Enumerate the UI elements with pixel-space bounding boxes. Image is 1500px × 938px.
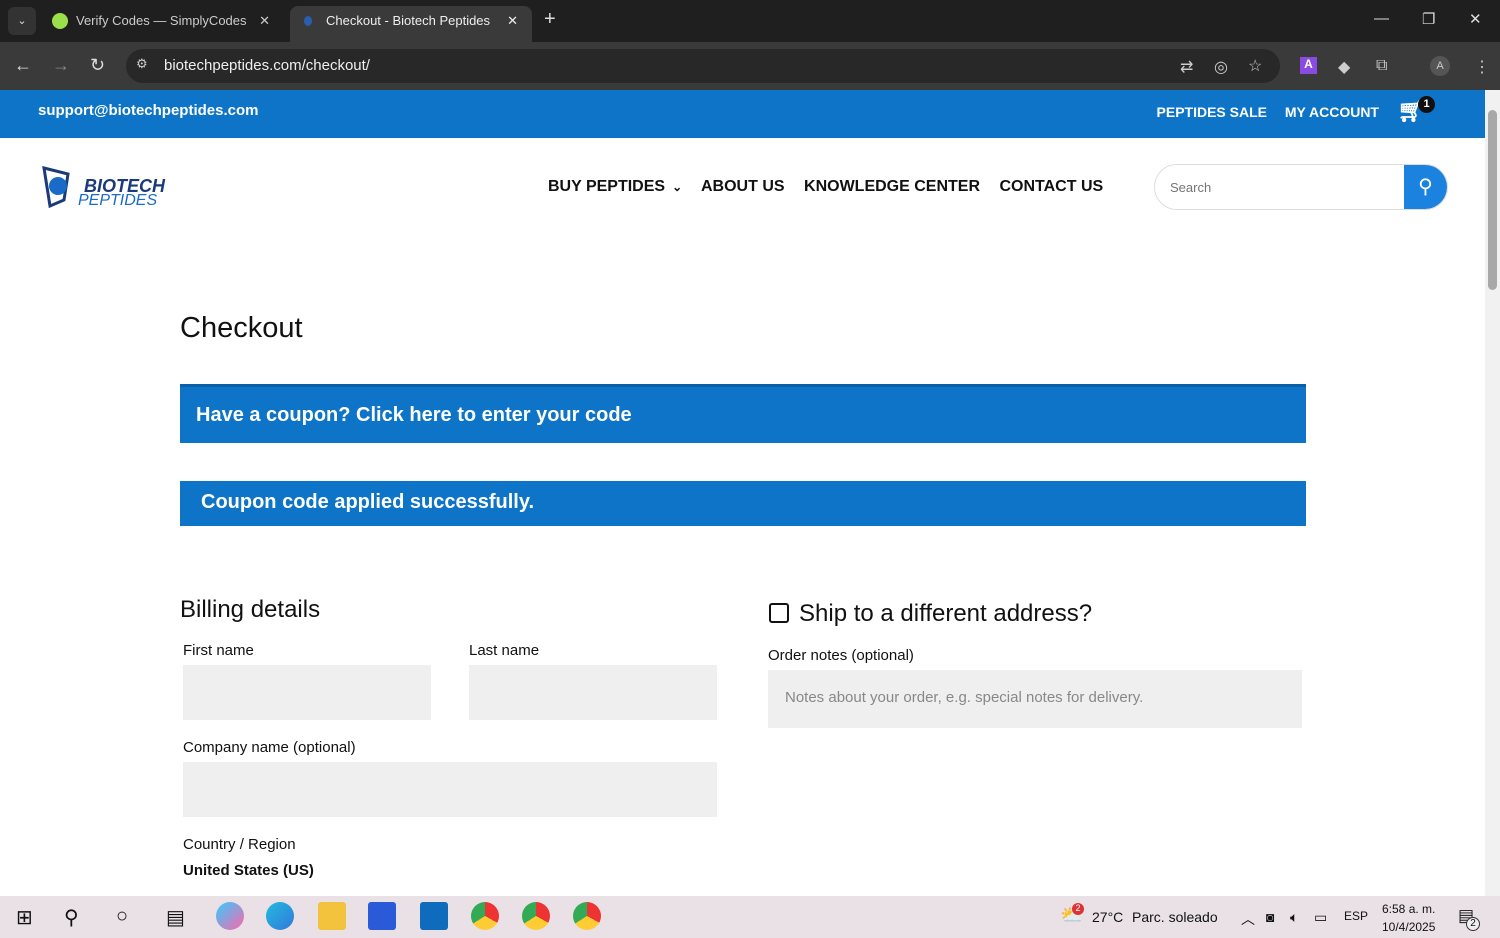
restore-icon[interactable]: ❐ (1422, 10, 1435, 28)
chrome-profile-a-icon[interactable] (522, 902, 550, 930)
biotech-favicon-icon (304, 16, 312, 26)
coupon-toggle-notice[interactable]: Have a coupon? Click here to enter your … (180, 384, 1306, 443)
clock[interactable]: 6:58 a. m. 10/4/2025 (1382, 900, 1435, 936)
chrome-profile-j-icon[interactable] (471, 902, 499, 930)
logo-subtext: PEPTIDES (78, 192, 158, 209)
language-indicator[interactable]: ESP (1344, 909, 1368, 923)
ship-different-checkbox[interactable] (769, 603, 789, 623)
tab-checkout[interactable]: Checkout - Biotech Peptides ✕ (290, 6, 532, 42)
search-box: ⚲ (1154, 164, 1448, 210)
support-email-link[interactable]: support@biotechpeptides.com (38, 102, 258, 119)
peptides-sale-link[interactable]: PEPTIDES SALE (1157, 104, 1267, 120)
nav-buy-peptides[interactable]: BUY PEPTIDES (548, 178, 665, 195)
chevron-down-icon: ⌄ (672, 180, 683, 194)
extensions-puzzle-icon[interactable]: ⧉ (1376, 57, 1387, 75)
camera-icon[interactable]: ◙ (1266, 909, 1274, 925)
extension-eraser-icon[interactable]: ◆ (1338, 57, 1350, 77)
coupon-success-message: Coupon code applied successfully. (180, 481, 1306, 526)
country-label: Country / Region (183, 836, 296, 853)
address-bar[interactable]: ⚙ biotechpeptides.com/checkout/ ⇄ ◎ ☆ (126, 49, 1280, 83)
last-name-label: Last name (469, 642, 540, 659)
tab-title: Checkout - Biotech Peptides (326, 13, 491, 28)
weather-badge: 2 (1072, 903, 1084, 915)
new-tab-icon[interactable]: + (544, 8, 556, 31)
cortana-icon[interactable]: ○ (116, 905, 128, 928)
company-label: Company name (optional) (183, 739, 356, 756)
scrollbar-thumb[interactable] (1488, 110, 1497, 290)
order-notes-label: Order notes (optional) (768, 647, 914, 664)
chrome-active-icon[interactable] (573, 902, 601, 930)
search-icon[interactable]: ⚲ (64, 905, 79, 930)
back-icon[interactable]: ← (14, 55, 32, 76)
eye-off-icon[interactable]: ◎ (1214, 57, 1228, 77)
tab-verify-codes[interactable]: Verify Codes — SimplyCodes ✕ (40, 6, 284, 42)
ship-different-heading[interactable]: Ship to a different address? (799, 600, 1092, 628)
my-account-link[interactable]: MY ACCOUNT (1285, 104, 1379, 120)
chevron-up-icon[interactable]: ︿ (1241, 909, 1255, 929)
close-window-icon[interactable]: ✕ (1469, 10, 1482, 28)
country-value[interactable]: United States (US) (183, 862, 314, 879)
search-button[interactable]: ⚲ (1404, 165, 1447, 209)
nav-knowledge-center[interactable]: KNOWLEDGE CENTER (804, 178, 980, 195)
weather-temp[interactable]: 27°C (1092, 909, 1123, 925)
nav-about-us[interactable]: ABOUT US (701, 178, 785, 195)
first-name-input[interactable] (183, 665, 431, 720)
web-page: support@biotechpeptides.com PEPTIDES SAL… (0, 90, 1485, 896)
last-name-input[interactable] (469, 665, 717, 720)
minimize-icon[interactable]: — (1374, 10, 1389, 27)
profile-avatar[interactable]: A (1430, 56, 1450, 76)
tab-search-button[interactable]: ⌄ (8, 7, 36, 35)
clock-time: 6:58 a. m. (1382, 902, 1436, 916)
page-title: Checkout (180, 312, 303, 344)
network-icon[interactable]: ▭ (1314, 909, 1327, 926)
company-input[interactable] (183, 762, 717, 817)
menu-kebab-icon[interactable]: ⋮ (1474, 57, 1490, 77)
outlook-icon[interactable] (420, 902, 448, 930)
main-nav: BUY PEPTIDES ⌄ ABOUT US KNOWLEDGE CENTER … (548, 178, 1118, 196)
weather-desc[interactable]: Parc. soleado (1132, 909, 1218, 925)
close-tab-icon[interactable]: ✕ (259, 6, 270, 36)
site-logo[interactable]: BIOTECH PEPTIDES (38, 160, 168, 212)
extension-a-icon[interactable]: A (1300, 57, 1317, 74)
store-icon[interactable] (368, 902, 396, 930)
browser-toolbar: ← → ↻ ⚙ biotechpeptides.com/checkout/ ⇄ … (0, 42, 1500, 90)
billing-heading: Billing details (180, 596, 321, 623)
notification-count: 2 (1466, 917, 1480, 931)
bookmark-star-icon[interactable]: ☆ (1248, 56, 1262, 76)
windows-taskbar: ⊞ ⚲ ○ ▤ ⛅ 2 27°C Parc. soleado ︿ ◙ 🔈︎ ▭ … (0, 896, 1500, 938)
clock-date: 10/4/2025 (1382, 920, 1436, 934)
top-info-bar: support@biotechpeptides.com PEPTIDES SAL… (0, 90, 1485, 138)
search-icon: ⚲ (1418, 176, 1433, 198)
forward-icon[interactable]: → (52, 55, 70, 76)
reload-icon[interactable]: ↻ (90, 55, 105, 76)
first-name-label: First name (183, 642, 254, 659)
volume-icon[interactable]: 🔈︎ (1290, 909, 1298, 926)
search-input[interactable] (1155, 165, 1405, 209)
simplycodes-favicon-icon (52, 13, 68, 29)
browser-tab-bar: ⌄ Verify Codes — SimplyCodes ✕ Checkout … (0, 0, 1500, 42)
translate-icon[interactable]: ⇄ (1180, 57, 1193, 77)
page-scrollbar[interactable] (1485, 90, 1500, 896)
task-view-icon[interactable]: ▤ (166, 905, 185, 930)
cart-count-badge: 1 (1418, 96, 1435, 113)
url-text[interactable]: biotechpeptides.com/checkout/ (164, 57, 370, 74)
file-explorer-icon[interactable] (318, 902, 346, 930)
tab-title: Verify Codes — SimplyCodes (76, 13, 247, 28)
edge-icon[interactable] (266, 902, 294, 930)
site-settings-icon[interactable]: ⚙ (136, 56, 148, 72)
nav-contact-us[interactable]: CONTACT US (999, 178, 1103, 195)
order-notes-textarea[interactable]: Notes about your order, e.g. special not… (768, 670, 1302, 728)
copilot-icon[interactable] (216, 902, 244, 930)
close-tab-icon[interactable]: ✕ (507, 6, 518, 36)
windows-start-icon[interactable]: ⊞ (16, 905, 33, 930)
